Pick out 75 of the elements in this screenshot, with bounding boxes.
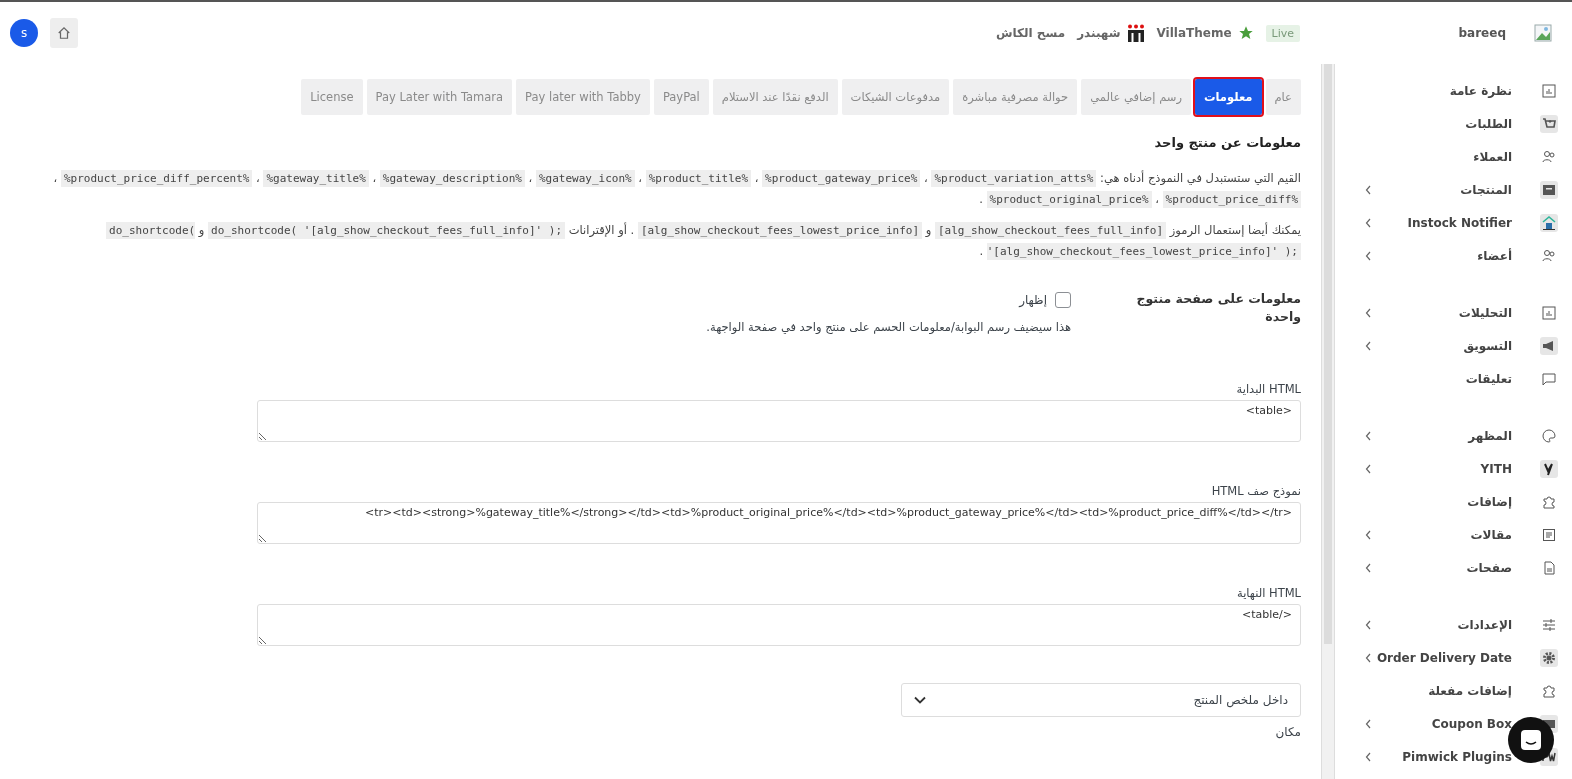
header-link[interactable]: شهبندر xyxy=(1077,24,1145,42)
live-badge: Live xyxy=(1265,24,1300,42)
sidebar-item[interactable]: أعضاء xyxy=(1335,239,1572,272)
sidebar-item[interactable]: صفحات xyxy=(1335,551,1572,584)
html-textarea[interactable]: <table> xyxy=(257,400,1301,442)
header-link[interactable]: مسح الكاش xyxy=(996,26,1066,40)
archive-icon xyxy=(1540,180,1558,199)
home-icon xyxy=(57,26,71,40)
sidebar-item[interactable]: مقالات xyxy=(1335,518,1572,551)
avatar[interactable]: s xyxy=(10,19,38,47)
letter-logo-icon xyxy=(1540,459,1558,478)
settings-tab[interactable]: معلومات xyxy=(1195,79,1262,115)
chevron-icon xyxy=(1365,463,1372,474)
chevron-icon xyxy=(1365,250,1372,261)
chat-icon xyxy=(1520,729,1542,751)
comment-icon xyxy=(1542,371,1556,386)
field-label: HTML النهاية xyxy=(1236,586,1301,600)
chevron-icon xyxy=(1365,340,1372,351)
home-button[interactable] xyxy=(50,18,78,48)
sidebar-item[interactable]: التسويق xyxy=(1335,329,1572,362)
chevron-icon xyxy=(1365,217,1372,228)
chevron-icon xyxy=(1365,718,1372,729)
chevron-icon xyxy=(1365,619,1372,630)
chevron-icon xyxy=(1365,307,1372,318)
chevron-icon xyxy=(1365,562,1372,573)
broken-image-icon xyxy=(1534,24,1552,42)
chart-icon xyxy=(1542,83,1556,98)
sidebar-item[interactable]: تعليقات xyxy=(1335,362,1572,395)
sidebar-item[interactable]: التحليلات xyxy=(1335,296,1572,329)
field-description: هذا سيضيف رسم البوابة/معلومات الحسم على منتج واحد في صفحة الواجهة. xyxy=(705,320,1071,334)
field-label: معلومات على صفحة منتوج واحدة xyxy=(1135,290,1301,326)
users-icon xyxy=(1542,248,1556,263)
sidebar-item[interactable]: الطلبات xyxy=(1335,107,1572,140)
sidebar-item[interactable]: المنتجات xyxy=(1335,173,1572,206)
puzzle-icon xyxy=(1542,683,1556,698)
position-select[interactable]: داخل ملخص المنتج xyxy=(901,683,1301,717)
field-label: نموذج صف HTML xyxy=(1210,484,1301,498)
sidebar-item[interactable]: إضافات مفعلة xyxy=(1335,674,1572,707)
sidebar-item[interactable]: نظرة عامة xyxy=(1335,74,1572,107)
chevron-icon xyxy=(1365,529,1372,540)
sidebar-item[interactable]: المظهر xyxy=(1335,419,1572,452)
section-title: معلومات عن منتج واحد xyxy=(1153,135,1301,150)
checkbox-label: إظهار xyxy=(1019,293,1047,307)
header-link[interactable]: VillaTheme xyxy=(1156,25,1254,41)
sliders-icon xyxy=(1542,617,1556,632)
page-icon xyxy=(1542,560,1556,575)
sidebar-item[interactable]: إضافات xyxy=(1335,485,1572,518)
sidebar-item[interactable]: Instock Notifier xyxy=(1335,206,1572,239)
chevron-icon xyxy=(1365,751,1372,762)
chevron-icon xyxy=(1365,652,1372,663)
sidebar-item[interactable]: العملاء xyxy=(1335,140,1572,173)
field-label: مكان xyxy=(1274,725,1301,739)
site-name[interactable]: bareeq xyxy=(1458,26,1506,40)
puzzle-icon xyxy=(1542,494,1556,509)
palette-icon xyxy=(1542,428,1556,443)
field-label: HTML البداية xyxy=(1235,382,1301,396)
document-icon xyxy=(1542,527,1556,542)
sidebar-item[interactable]: YITH xyxy=(1335,452,1572,485)
caret-icon xyxy=(914,696,926,704)
cart-icon xyxy=(1540,114,1558,133)
chevron-icon xyxy=(1365,430,1372,441)
chevron-icon xyxy=(1365,184,1372,195)
html-textarea[interactable]: <tr><td><strong>%gateway_title%</strong></td><td>%product_original_price%</td><td>%product_gateway_price%</td><td>%product_price_diff%</td></tr> xyxy=(257,502,1301,544)
sidebar-item[interactable]: الإعدادات xyxy=(1335,608,1572,641)
star-icon xyxy=(1237,25,1254,41)
sidebar-item[interactable]: Order Delivery Date xyxy=(1335,641,1572,674)
warehouse-icon xyxy=(1540,213,1558,232)
html-textarea[interactable]: </table> xyxy=(257,604,1301,646)
gear-icon xyxy=(1540,648,1558,667)
show-checkbox[interactable] xyxy=(1055,292,1071,308)
scrollbar[interactable] xyxy=(1321,64,1335,779)
users-icon xyxy=(1542,149,1556,164)
bars-logo-icon xyxy=(1126,24,1145,42)
chart-icon xyxy=(1542,305,1556,320)
megaphone-icon xyxy=(1540,336,1558,355)
